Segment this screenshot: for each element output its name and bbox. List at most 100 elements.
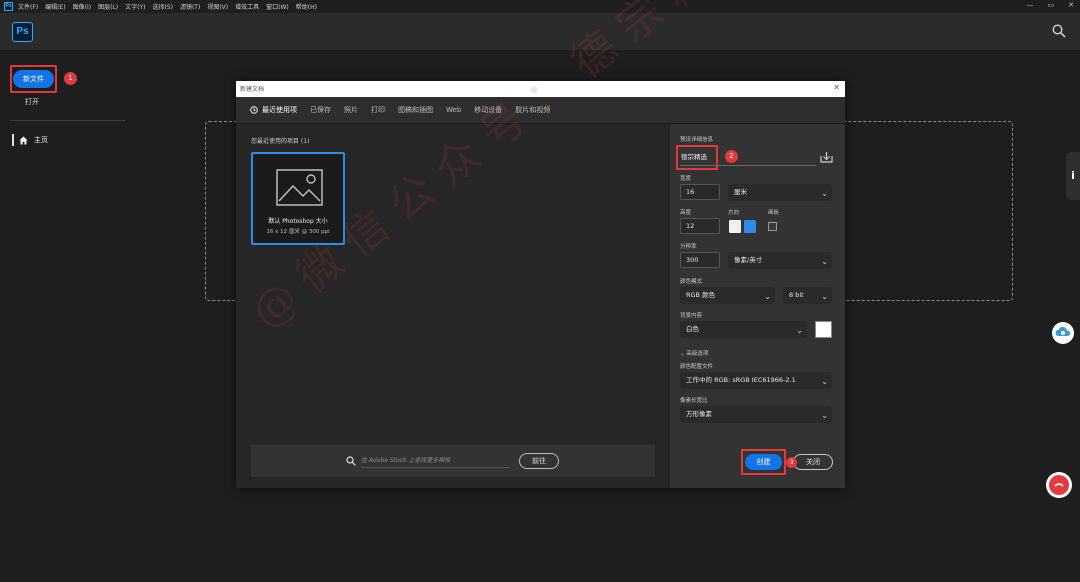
bg-content-select[interactable]: 白色 ⌄ xyxy=(680,321,807,338)
menu-file[interactable]: 文件(F) xyxy=(18,2,38,11)
select-value: RGB 颜色 xyxy=(686,291,716,299)
select-value: 厘米 xyxy=(734,188,747,196)
bit-depth-select[interactable]: 8 bit ⌄ xyxy=(783,287,832,304)
resolution-label: 分辨率 xyxy=(680,244,697,250)
preset-card[interactable]: 默认 Photoshop 大小 16 x 12 厘米 @ 300 ppi xyxy=(251,152,345,245)
color-profile-select[interactable]: 工作中的 RGB: sRGB IEC61966-2.1 ⌄ xyxy=(680,372,832,389)
orientation-label: 方向 xyxy=(728,210,740,216)
menu-edit[interactable]: 编辑(E) xyxy=(45,2,65,11)
tab-recent[interactable]: 最近使用项 xyxy=(250,105,297,115)
tab-photo[interactable]: 照片 xyxy=(344,105,358,115)
chevron-down-icon: ⌄ xyxy=(764,292,771,301)
color-mode-label: 颜色模式 xyxy=(680,279,703,285)
bg-color-swatch[interactable] xyxy=(815,321,832,338)
minimize-button[interactable]: — xyxy=(1027,1,1034,9)
home-icon xyxy=(19,135,28,145)
highlight-box xyxy=(741,449,786,475)
category-tabs: 最近使用项 已保存 照片 打印 图稿和插图 Web 移动设备 胶片和视频 xyxy=(236,97,845,124)
pixel-aspect-select[interactable]: 方形像素 ⌄ xyxy=(680,406,832,423)
tab-label: 最近使用项 xyxy=(262,106,297,114)
search-icon[interactable] xyxy=(1052,24,1066,38)
chevron-down-icon: ⌄ xyxy=(821,377,828,386)
menu-type[interactable]: 文字(Y) xyxy=(125,2,145,11)
preset-details-pane: 预设详细信息 德宗精选 2 宽度 16 厘米 ⌄ 高度 方向 画板 12 分辨率… xyxy=(670,124,845,488)
menu-view[interactable]: 视图(V) xyxy=(207,2,228,11)
chat-icon xyxy=(1049,475,1069,495)
width-label: 宽度 xyxy=(680,176,692,182)
window-close-button[interactable]: ✕ xyxy=(1068,1,1074,9)
divider xyxy=(10,120,125,121)
menu-plugins[interactable]: 增效工具 xyxy=(235,2,259,11)
chevron-down-icon: ⌄ xyxy=(821,189,828,198)
chevron-down-icon: ⌄ xyxy=(821,257,828,266)
tab-mobile[interactable]: 移动设备 xyxy=(474,105,502,115)
menu-bar: Ps 文件(F) 编辑(E) 图像(I) 图层(L) 文字(Y) 选择(S) 滤… xyxy=(0,0,1080,13)
details-title: 预设详细信息 xyxy=(680,137,714,143)
color-profile-label: 颜色配置文件 xyxy=(680,364,714,370)
menu-filter[interactable]: 滤镜(T) xyxy=(180,2,200,11)
info-tab[interactable]: i xyxy=(1066,152,1080,200)
close-button[interactable]: 关闭 xyxy=(793,454,833,470)
save-preset-icon[interactable] xyxy=(820,151,833,163)
tab-print[interactable]: 打印 xyxy=(371,105,385,115)
select-value: 白色 xyxy=(686,325,699,333)
app-header: Ps xyxy=(0,13,1080,50)
open-link[interactable]: 打开 xyxy=(25,97,39,107)
menu-help[interactable]: 帮助(H) xyxy=(296,2,317,11)
tab-web[interactable]: Web xyxy=(446,106,461,114)
step-badge: 1 xyxy=(64,72,77,85)
dialog-titlebar: 新建文档 ✕ xyxy=(236,81,845,97)
artboard-checkbox[interactable] xyxy=(768,222,777,231)
goto-button[interactable]: 前往 xyxy=(519,453,559,469)
color-mode-select[interactable]: RGB 颜色 ⌄ xyxy=(680,287,775,304)
select-value: 像素/英寸 xyxy=(734,256,763,264)
landscape-orientation-icon[interactable] xyxy=(744,220,756,233)
height-input[interactable]: 12 xyxy=(680,218,720,234)
resolution-unit-select[interactable]: 像素/英寸 ⌄ xyxy=(728,252,832,269)
bg-content-label: 背景内容 xyxy=(680,313,703,319)
tab-art-illustration[interactable]: 图稿和插图 xyxy=(398,105,433,115)
presets-pane: 您最近使用的项目 (1) 默认 Photoshop 大小 16 x 12 厘米 … xyxy=(236,124,669,488)
width-unit-select[interactable]: 厘米 ⌄ xyxy=(728,184,832,201)
height-label: 高度 xyxy=(680,210,692,216)
maximize-button[interactable]: ▭ xyxy=(1048,1,1055,9)
select-value: 工作中的 RGB: sRGB IEC61966-2.1 xyxy=(686,376,796,384)
search-icon xyxy=(346,456,356,466)
preset-name: 默认 Photoshop 大小 xyxy=(268,218,328,225)
advanced-options-toggle[interactable]: ⌄ 高级选项 xyxy=(680,349,708,357)
preset-size: 16 x 12 厘米 @ 300 ppi xyxy=(266,229,330,235)
chevron-down-icon: ⌄ xyxy=(796,326,803,335)
artboard-label: 画板 xyxy=(768,210,780,216)
pixel-aspect-label: 像素长宽比 xyxy=(680,398,708,404)
step-badge: 2 xyxy=(725,150,738,163)
clock-icon xyxy=(250,106,258,114)
menu-layer[interactable]: 图层(L) xyxy=(98,2,118,11)
width-input[interactable]: 16 xyxy=(680,184,720,200)
help-chat-button[interactable] xyxy=(1046,472,1072,498)
advanced-label: 高级选项 xyxy=(686,351,709,357)
stock-search-input[interactable] xyxy=(361,454,509,468)
window-controls: — ▭ ✕ xyxy=(1027,1,1075,9)
recent-label: 您最近使用的项目 (1) xyxy=(251,138,310,145)
chevron-down-icon: ⌄ xyxy=(821,411,828,420)
step-badge: 3 xyxy=(786,457,797,468)
menu-image[interactable]: 图像(I) xyxy=(73,2,91,11)
tab-film-video[interactable]: 胶片和视频 xyxy=(515,105,550,115)
cloud-icon[interactable] xyxy=(1052,322,1074,344)
photoshop-logo: Ps xyxy=(12,22,33,42)
ps-app-icon: Ps xyxy=(4,2,13,11)
tab-saved[interactable]: 已保存 xyxy=(310,105,331,115)
menu-select[interactable]: 选择(S) xyxy=(152,2,173,11)
portrait-orientation-icon[interactable] xyxy=(729,220,741,233)
menu-window[interactable]: 窗口(W) xyxy=(266,2,289,11)
sidebar-item-home[interactable]: 主页 xyxy=(12,134,48,146)
close-icon[interactable]: ✕ xyxy=(833,83,840,92)
new-document-dialog: 新建文档 ✕ 最近使用项 已保存 照片 打印 图稿和插图 Web 移动设备 胶片… xyxy=(236,81,845,488)
image-icon xyxy=(276,169,323,206)
resolution-input[interactable]: 300 xyxy=(680,252,720,268)
select-value: 方形像素 xyxy=(686,410,712,418)
stock-search-bar: 前往 xyxy=(251,445,655,477)
sidebar-item-label: 主页 xyxy=(34,136,48,144)
dialog-title: 新建文档 xyxy=(240,86,265,93)
chevron-down-icon: ⌄ xyxy=(821,292,828,301)
